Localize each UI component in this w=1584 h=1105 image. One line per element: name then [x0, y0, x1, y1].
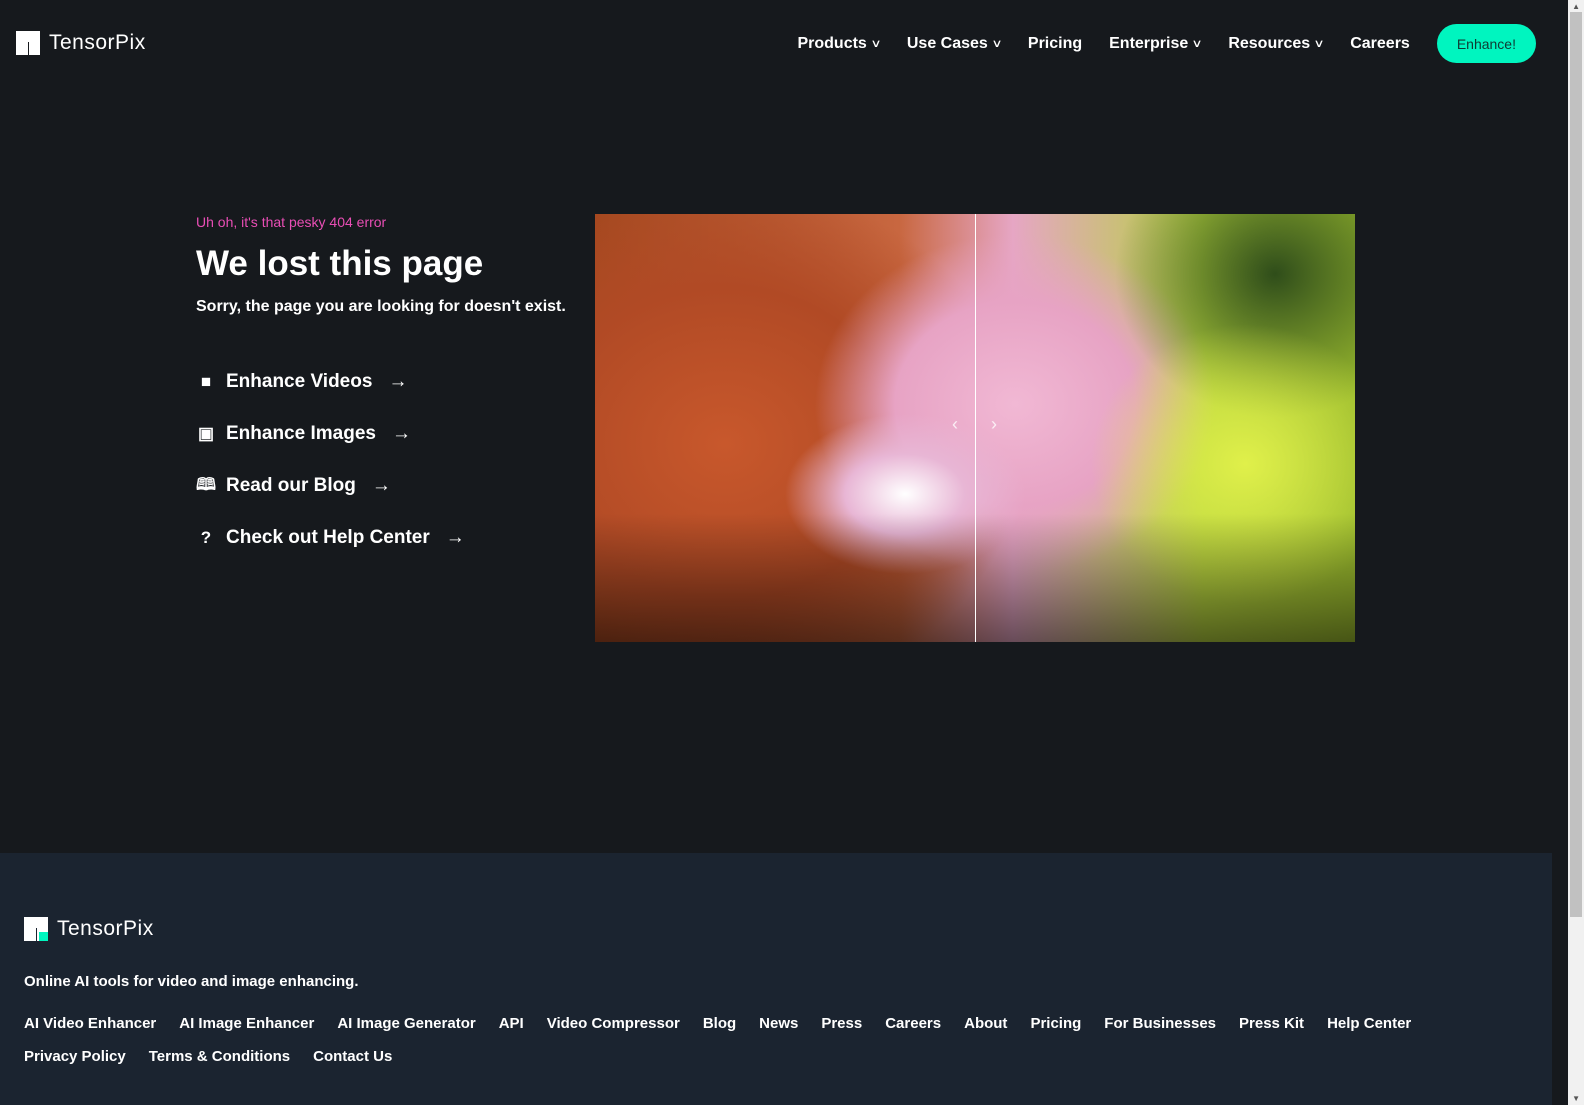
nav-label: Resources	[1228, 34, 1311, 52]
nav-careers[interactable]: Careers	[1350, 35, 1410, 53]
arrow-right-icon: →	[445, 527, 465, 548]
footer-link[interactable]: Privacy Policy	[24, 1048, 126, 1065]
scrollbar-thumb[interactable]	[1570, 12, 1582, 917]
logo-mark-icon	[24, 917, 48, 941]
comparison-slider-handle[interactable]	[975, 214, 976, 642]
arrow-right-icon: →	[371, 475, 391, 496]
link-enhance-videos[interactable]: ■ Enhance Videos →	[196, 356, 566, 408]
link-help-center[interactable]: ? Check out Help Center →	[196, 512, 566, 564]
page-title: We lost this page	[196, 244, 484, 283]
nav-label: Products	[797, 34, 867, 52]
logo-mark-icon	[16, 31, 40, 55]
arrow-right-icon: →	[388, 371, 408, 392]
logo-text: TensorPix	[49, 31, 146, 54]
chevron-down-icon: ∨	[1191, 38, 1203, 50]
nav-enterprise[interactable]: Enterprise ∨	[1109, 34, 1203, 53]
footer-link[interactable]: Help Center	[1327, 1015, 1411, 1032]
header-logo[interactable]: TensorPix	[16, 31, 146, 55]
footer-link[interactable]: Video Compressor	[547, 1015, 680, 1032]
nav-pricing[interactable]: Pricing	[1028, 35, 1082, 53]
chevron-right-icon: ›	[991, 414, 997, 434]
nav-label: Use Cases	[906, 34, 988, 52]
before-after-image-comparison[interactable]: ‹ ›	[595, 214, 1355, 642]
footer-link[interactable]: Careers	[885, 1015, 941, 1032]
footer-link[interactable]: AI Video Enhancer	[24, 1015, 156, 1032]
nav-label: Pricing	[1027, 34, 1083, 52]
footer-link[interactable]: Blog	[703, 1015, 736, 1032]
book-icon: 🕮	[196, 474, 217, 494]
footer-link[interactable]: Pricing	[1030, 1015, 1081, 1032]
link-label: Enhance Videos	[226, 371, 373, 392]
logo-text: TensorPix	[57, 917, 154, 940]
nav-resources[interactable]: Resources ∨	[1228, 34, 1325, 53]
nav-label: Careers	[1350, 34, 1410, 52]
scrollbar[interactable]: ▲ ▼	[1568, 0, 1584, 1105]
footer-logo[interactable]: TensorPix	[24, 917, 154, 941]
error-kicker: Uh oh, it's that pesky 404 error	[196, 214, 387, 230]
footer-link[interactable]: AI Image Enhancer	[179, 1015, 314, 1032]
footer-link[interactable]: News	[759, 1015, 798, 1032]
footer-link[interactable]: AI Image Generator	[337, 1015, 475, 1032]
chevron-down-icon: ∨	[1313, 38, 1325, 50]
footer-link[interactable]: About	[964, 1015, 1007, 1032]
nav-use-cases[interactable]: Use Cases ∨	[906, 34, 1003, 53]
question-icon: ?	[200, 528, 212, 547]
link-label: Enhance Images	[226, 423, 376, 444]
footer-link[interactable]: API	[499, 1015, 524, 1032]
link-blog[interactable]: 🕮 Read our Blog →	[196, 460, 566, 512]
footer: TensorPix Online AI tools for video and …	[0, 853, 1552, 1105]
enhance-button[interactable]: Enhance!	[1436, 24, 1536, 63]
chevron-left-icon: ‹	[952, 414, 958, 434]
footer-link[interactable]: Press Kit	[1239, 1015, 1304, 1032]
video-camera-icon: ■	[200, 372, 212, 391]
footer-link[interactable]: Press	[821, 1015, 862, 1032]
chevron-down-icon: ∨	[991, 38, 1003, 50]
footer-link[interactable]: Contact Us	[313, 1048, 392, 1065]
hero: Uh oh, it's that pesky 404 error We lost…	[196, 214, 566, 564]
footer-link[interactable]: Terms & Conditions	[149, 1048, 290, 1065]
page-subtitle: Sorry, the page you are looking for does…	[196, 298, 566, 315]
link-label: Read our Blog	[226, 475, 356, 496]
footer-link[interactable]: For Businesses	[1104, 1015, 1216, 1032]
main-nav: Products ∨ Use Cases ∨ Pricing Enterprise ∨…	[797, 24, 1536, 63]
footer-tagline: Online AI tools for video and image enha…	[24, 973, 359, 990]
link-enhance-images[interactable]: ▣ Enhance Images →	[196, 408, 566, 460]
link-label: Check out Help Center	[226, 527, 430, 548]
chevron-down-icon: ∨	[870, 38, 882, 50]
scroll-up-icon[interactable]: ▲	[1572, 2, 1580, 11]
arrow-right-icon: →	[391, 423, 411, 444]
nav-label: Enterprise	[1109, 34, 1189, 52]
images-icon: ▣	[197, 424, 215, 443]
scroll-down-icon[interactable]: ▼	[1572, 1094, 1580, 1103]
footer-links: AI Video Enhancer AI Image Enhancer AI Ima…	[24, 1015, 1444, 1065]
nav-products[interactable]: Products ∨	[797, 34, 882, 53]
